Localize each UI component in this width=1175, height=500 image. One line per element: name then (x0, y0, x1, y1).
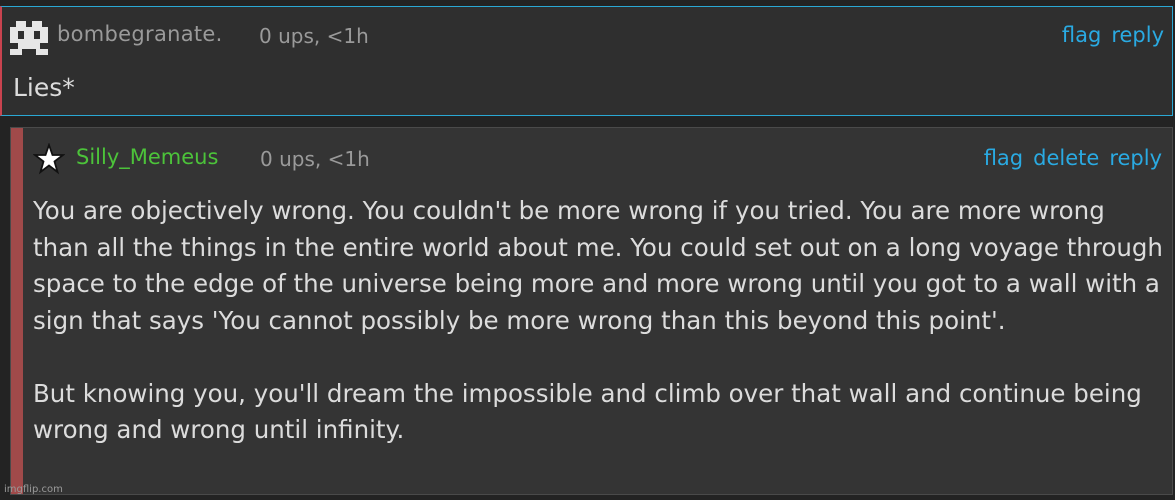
reply-link[interactable]: reply (1111, 23, 1164, 47)
delete-link[interactable]: delete (1033, 146, 1099, 170)
comment-actions: flag reply (1062, 23, 1164, 47)
comment-silly-memeus: Silly_Memeus 0 ups, <1h flag delete repl… (10, 127, 1173, 495)
comment-username[interactable]: Silly_Memeus (76, 145, 218, 169)
comment-text: Lies* (13, 73, 75, 102)
comment-text: You are objectively wrong. You couldn't … (33, 193, 1168, 449)
comment-actions: flag delete reply (984, 146, 1162, 170)
imgflip-watermark: imgflip.com (4, 484, 63, 495)
comment-meta: 0 ups, <1h (260, 147, 370, 171)
comment-username[interactable]: bombegranate. (57, 22, 223, 46)
flag-link[interactable]: flag (984, 146, 1023, 170)
star-avatar-icon[interactable] (33, 143, 65, 175)
flag-link[interactable]: flag (1062, 23, 1101, 47)
comment-paragraph: You are objectively wrong. You couldn't … (33, 196, 1163, 335)
reply-indent-bar (11, 128, 23, 494)
comment-meta: 0 ups, <1h (259, 24, 369, 48)
comment-bombegranate: bombegranate. 0 ups, <1h flag reply Lies… (0, 6, 1173, 116)
pixel-avatar-icon[interactable] (8, 17, 50, 59)
reply-link[interactable]: reply (1109, 146, 1162, 170)
comment-paragraph: But knowing you, you'll dream the imposs… (33, 378, 1142, 445)
comment-thread: bombegranate. 0 ups, <1h flag reply Lies… (0, 0, 1175, 500)
